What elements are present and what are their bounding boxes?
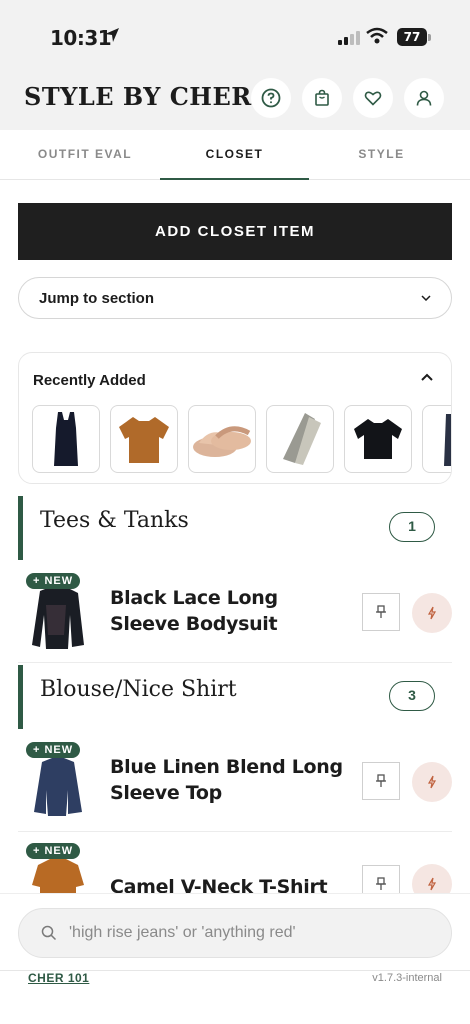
cell-signal-icon	[338, 30, 360, 45]
pin-icon	[376, 605, 386, 618]
recent-thumbnails	[32, 405, 451, 473]
new-badge: + NEW	[26, 573, 81, 589]
quick-action-button[interactable]	[412, 593, 452, 633]
jump-to-section-select[interactable]: Jump to section	[18, 277, 452, 319]
closet-item[interactable]: + NEW Blue Linen Blend Long Sleeve Top	[18, 732, 452, 832]
search-icon	[41, 925, 57, 941]
tab-outfit-eval[interactable]: OUTFIT EVAL	[10, 130, 160, 180]
favorites-button[interactable]	[353, 78, 393, 118]
app-header: STYLE BY CHER	[0, 70, 470, 130]
recent-item-thumbnail[interactable]	[266, 405, 334, 473]
recent-item-thumbnail[interactable]	[32, 405, 100, 473]
cher-101-link[interactable]: CHER 101	[28, 971, 89, 985]
category-title: Tees & Tanks	[40, 508, 189, 533]
pin-button[interactable]	[362, 593, 400, 631]
help-button[interactable]	[251, 78, 291, 118]
lightning-icon	[427, 877, 437, 891]
camel-top-image	[119, 417, 169, 463]
help-icon	[261, 88, 281, 108]
lightning-icon	[427, 775, 437, 789]
dark-garment-image	[444, 414, 451, 466]
shopping-bag-button[interactable]	[302, 78, 342, 118]
recently-added-title: Recently Added	[33, 372, 146, 389]
category-count-badge: 3	[389, 681, 435, 711]
wifi-icon	[366, 27, 388, 44]
item-name: Blue Linen Blend Long Sleeve Top	[110, 756, 343, 804]
chevron-down-icon	[421, 295, 431, 301]
tab-closet[interactable]: CLOSET	[160, 130, 309, 180]
recent-item-thumbnail[interactable]	[188, 405, 256, 473]
battery-icon: 77	[397, 28, 427, 46]
category-header-blouse-nice-shirt[interactable]: Blouse/Nice Shirt 3	[18, 665, 452, 729]
shopping-bag-icon	[315, 89, 329, 106]
new-badge: + NEW	[26, 843, 81, 859]
app-version: v1.7.3-internal	[372, 972, 442, 984]
battery-tip	[428, 34, 431, 41]
category-header-tees-tanks[interactable]: Tees & Tanks 1	[18, 496, 452, 560]
category-title: Blouse/Nice Shirt	[40, 677, 237, 702]
pin-button[interactable]	[362, 762, 400, 800]
black-dress-image	[54, 412, 78, 466]
new-badge: + NEW	[26, 742, 81, 758]
lightning-icon	[427, 606, 437, 620]
status-time: 10:31	[50, 26, 112, 50]
item-name: Black Lace Long Sleeve Bodysuit	[110, 587, 278, 635]
add-closet-item-button[interactable]: ADD CLOSET ITEM	[18, 203, 452, 260]
quick-action-button[interactable]	[412, 762, 452, 802]
sandals-image	[193, 426, 251, 457]
user-icon	[416, 90, 432, 106]
recent-item-thumbnail[interactable]	[422, 405, 451, 473]
black-blouse-image	[354, 419, 402, 459]
pin-icon	[376, 774, 386, 787]
brand-title: STYLE BY CHER	[24, 82, 252, 111]
tab-bar: OUTFIT EVAL CLOSET STYLE	[0, 130, 470, 180]
pin-icon	[376, 877, 386, 890]
status-bar: 10:31 77	[0, 0, 470, 70]
search-input[interactable]	[69, 924, 429, 942]
gray-cardigan-image	[283, 413, 321, 465]
heart-icon	[364, 91, 382, 106]
recently-added-panel: Recently Added	[18, 352, 452, 484]
tab-style[interactable]: STYLE	[309, 130, 454, 180]
profile-button[interactable]	[404, 78, 444, 118]
recent-item-thumbnail[interactable]	[110, 405, 178, 473]
chevron-up-icon[interactable]	[421, 373, 433, 381]
search-bar[interactable]	[18, 908, 452, 958]
location-arrow-icon	[105, 28, 119, 42]
jump-to-section-label: Jump to section	[39, 289, 155, 307]
category-count-badge: 1	[389, 512, 435, 542]
bottom-bar: CHER 101 v1.7.3-internal	[0, 893, 470, 1024]
recent-item-thumbnail[interactable]	[344, 405, 412, 473]
closet-item[interactable]: + NEW Black Lace Long Sleeve Bodysuit	[18, 563, 452, 663]
